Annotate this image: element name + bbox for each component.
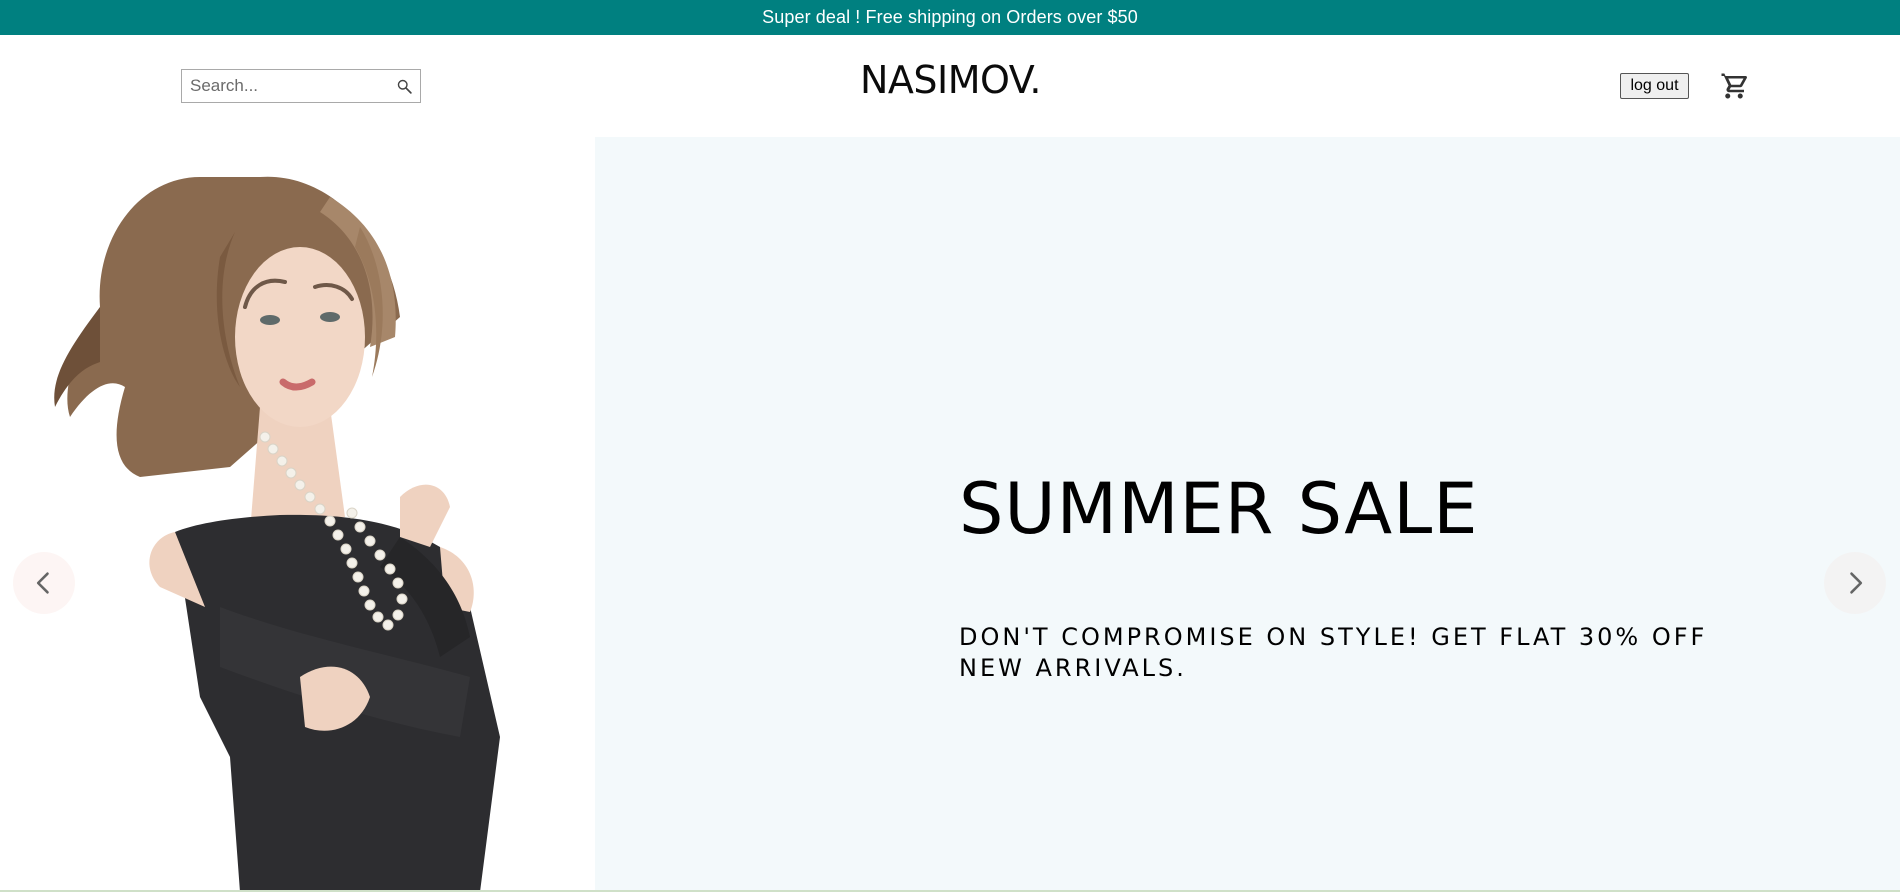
search-input[interactable] xyxy=(182,71,387,101)
chevron-right-icon xyxy=(1850,572,1863,594)
search-box xyxy=(181,69,421,103)
slider-prev-button[interactable] xyxy=(13,552,75,614)
model-photo-illustration xyxy=(54,176,500,892)
page: Super deal ! Free shipping on Orders ove… xyxy=(0,0,1900,892)
slide-title: SUMMER SALE xyxy=(959,468,1479,550)
slider-next-button[interactable] xyxy=(1824,552,1886,614)
hero-info: SUMMER SALE DON'T COMPROMISE ON STYLE! G… xyxy=(595,137,1900,892)
logout-button[interactable]: log out xyxy=(1620,73,1689,99)
announcement-bar: Super deal ! Free shipping on Orders ove… xyxy=(0,0,1900,35)
hero-model-image xyxy=(0,137,595,892)
brand-logo[interactable]: NASIMOV. xyxy=(860,61,1041,99)
search-icon[interactable] xyxy=(396,78,413,95)
shopping-cart-icon[interactable] xyxy=(1719,71,1749,101)
announcement-text: Super deal ! Free shipping on Orders ove… xyxy=(762,7,1138,27)
slide-description: DON'T COMPROMISE ON STYLE! GET FLAT 30% … xyxy=(959,623,1708,682)
hero-slide: SUMMER SALE DON'T COMPROMISE ON STYLE! G… xyxy=(0,137,1900,892)
header: NASIMOV. log out xyxy=(0,35,1900,137)
chevron-left-icon xyxy=(36,572,49,594)
